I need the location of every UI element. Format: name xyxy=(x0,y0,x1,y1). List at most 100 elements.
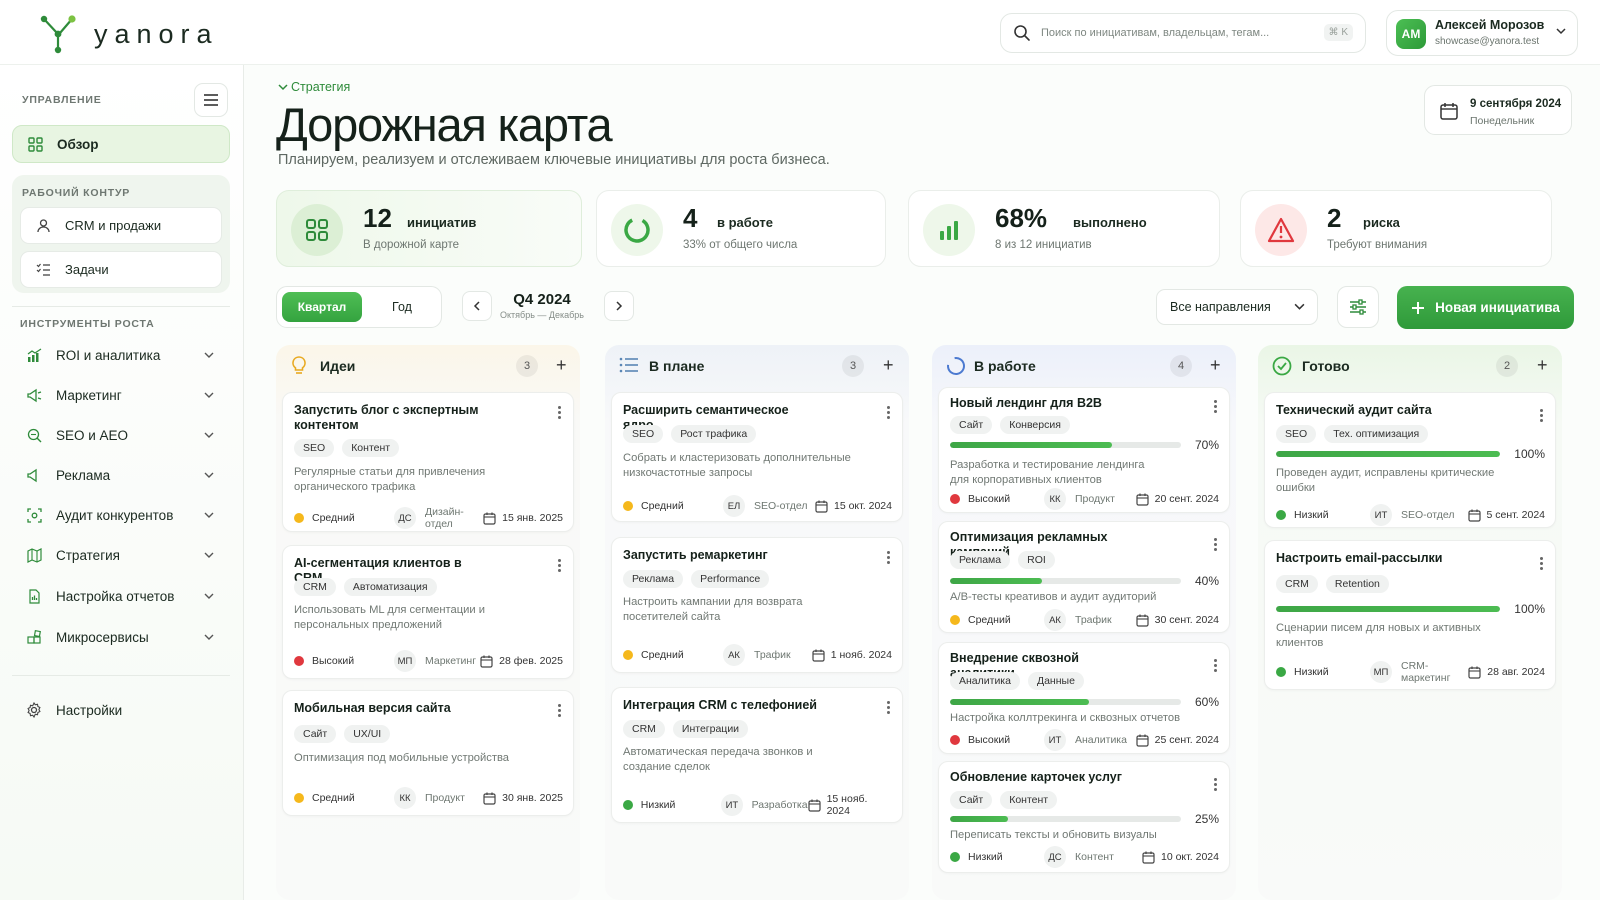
initiative-card[interactable]: Новый лендинг для B2B Сайт Конверсия 70%… xyxy=(938,387,1230,513)
more-icon[interactable] xyxy=(558,406,561,421)
period-display: Q4 2024 Октябрь — Декабрь xyxy=(496,291,588,320)
sidebar-item-strategy[interactable]: Стратегия xyxy=(20,540,220,570)
user-menu[interactable]: АМ Алексей Морозов showcase@yanora.test xyxy=(1386,10,1578,56)
year-tab[interactable]: Год xyxy=(367,292,437,322)
initiative-card[interactable]: Мобильная версия сайта Сайт UX/UI Оптими… xyxy=(282,690,574,816)
sidebar-item-competitor-audit[interactable]: Аудит конкурентов xyxy=(20,500,220,530)
sidebar-item-overview[interactable]: Обзор xyxy=(12,125,230,163)
initiative-card[interactable]: Запустить ремаркетинг Реклама Performanc… xyxy=(611,537,903,673)
initiative-card[interactable]: AI-сегментация клиентов в CRM CRM Автома… xyxy=(282,545,574,679)
more-icon[interactable] xyxy=(887,406,890,421)
sidebar-item-ads[interactable]: Реклама xyxy=(20,460,220,490)
more-icon[interactable] xyxy=(1540,409,1543,424)
more-icon[interactable] xyxy=(1214,538,1217,553)
breadcrumb[interactable]: Стратегия xyxy=(278,80,350,94)
initiative-card[interactable]: Технический аудит сайта SEO Тех. оптимиз… xyxy=(1264,392,1556,528)
priority-label: Средний xyxy=(641,500,684,512)
initiative-card[interactable]: Запустить блог с экспертным контентом SE… xyxy=(282,392,574,532)
new-initiative-button[interactable]: Новая инициатива xyxy=(1397,286,1574,329)
sidebar-item-marketing[interactable]: Маркетинг xyxy=(20,380,220,410)
priority-label: Низкий xyxy=(1294,666,1329,678)
priority-dot xyxy=(950,852,960,862)
initiative-card[interactable]: Обновление карточек услуг Сайт Контент 2… xyxy=(938,761,1230,873)
stat-subtext: 8 из 12 инициатив xyxy=(995,239,1092,251)
logo[interactable]: yanora xyxy=(38,14,219,54)
initiative-card[interactable]: Расширить семантическое ядро SEO Рост тр… xyxy=(611,392,903,522)
add-card-button[interactable]: + xyxy=(1537,355,1548,375)
tag: Performance xyxy=(691,570,770,588)
due-date: 28 авг. 2024 xyxy=(1487,666,1545,678)
initiative-card[interactable]: Оптимизация рекламных кампаний Реклама R… xyxy=(938,521,1230,633)
ads-icon xyxy=(26,467,42,483)
sidebar-item-reports[interactable]: Настройка отчетов xyxy=(20,581,220,611)
tag: Контент xyxy=(342,439,400,457)
more-icon[interactable] xyxy=(1214,659,1217,674)
sidebar-item-label: Обзор xyxy=(57,136,99,152)
page-subtitle: Планируем, реализуем и отслеживаем ключе… xyxy=(278,152,830,168)
owner-avatar: ИТ xyxy=(721,794,743,816)
chevron-down-icon xyxy=(204,634,214,640)
more-icon[interactable] xyxy=(1540,557,1543,572)
sidebar-item-seo[interactable]: SEO и AEO xyxy=(20,420,220,450)
progress-percent: 100% xyxy=(1514,602,1545,616)
more-icon[interactable] xyxy=(558,559,561,574)
direction-select[interactable]: Все направления xyxy=(1156,289,1318,325)
next-period-button[interactable] xyxy=(604,291,634,321)
progress-bar xyxy=(950,442,1181,448)
sidebar-item-microservices[interactable]: Микросервисы xyxy=(20,622,220,652)
tag: Аналитика xyxy=(950,672,1020,690)
initiative-card[interactable]: Интеграция CRM с телефонией CRM Интеграц… xyxy=(611,687,903,823)
column-header: Идеи 3 + xyxy=(276,345,580,387)
more-icon[interactable] xyxy=(1214,400,1217,415)
card-tags: Реклама ROI xyxy=(950,551,1055,569)
card-tags: Реклама Performance xyxy=(623,570,770,588)
sidebar-item-crm[interactable]: CRM и продажи xyxy=(20,207,222,244)
column-count: 3 xyxy=(516,355,538,377)
add-card-button[interactable]: + xyxy=(1210,355,1221,375)
card-tags: CRM Интеграции xyxy=(623,720,749,738)
priority-dot xyxy=(294,793,304,803)
card-footer: Низкий ДС Контент 10 окт. 2024 xyxy=(950,846,1219,868)
sidebar-item-roi[interactable]: ROI и аналитика xyxy=(20,340,220,370)
more-icon[interactable] xyxy=(558,704,561,719)
stat-subtext: 33% от общего числа xyxy=(683,239,798,251)
filter-settings-button[interactable] xyxy=(1337,286,1379,328)
due-date: 25 сент. 2024 xyxy=(1154,734,1219,746)
bar-chart-icon xyxy=(923,204,975,256)
calendar-icon xyxy=(1142,851,1155,864)
sidebar-item-tasks[interactable]: Задачи xyxy=(20,251,222,288)
chevron-down-icon xyxy=(204,512,214,518)
more-icon[interactable] xyxy=(887,701,890,716)
progress-fill xyxy=(950,442,1112,448)
owner-name: CRM-маркетинг xyxy=(1401,660,1451,684)
progress-circle-icon xyxy=(947,357,965,375)
chevron-down-icon xyxy=(278,84,288,91)
prev-period-button[interactable] xyxy=(462,291,492,321)
direction-select-value: Все направления xyxy=(1170,300,1271,314)
add-card-button[interactable]: + xyxy=(556,355,567,375)
user-name: Алексей Морозов xyxy=(1435,18,1545,32)
stat-value: 2 xyxy=(1327,203,1342,233)
more-icon[interactable] xyxy=(887,551,890,566)
hamburger-icon xyxy=(204,94,218,106)
scan-icon xyxy=(26,507,42,523)
priority-dot xyxy=(950,494,960,504)
initiative-card[interactable]: Внедрение сквозной аналитики Аналитика Д… xyxy=(938,642,1230,754)
menu-toggle-button[interactable] xyxy=(194,83,228,117)
calendar-icon xyxy=(483,792,496,805)
owner-name: SEO-отдел xyxy=(754,500,808,512)
add-card-button[interactable]: + xyxy=(883,355,894,375)
more-icon[interactable] xyxy=(1214,778,1217,793)
stat-value: 4 xyxy=(683,203,698,233)
card-tags: Сайт Контент xyxy=(950,791,1058,809)
search-box[interactable]: ⌘ K xyxy=(1000,13,1366,53)
tag: CRM xyxy=(623,720,665,738)
priority-dot xyxy=(623,800,633,810)
quarter-tab[interactable]: Квартал xyxy=(282,292,362,322)
report-icon xyxy=(26,588,42,604)
sidebar-item-settings[interactable]: Настройки xyxy=(20,695,220,725)
search-input[interactable] xyxy=(1041,23,1313,43)
initiative-card[interactable]: Настроить email-рассылки CRM Retention 1… xyxy=(1264,540,1556,690)
chevron-down-icon xyxy=(204,352,214,358)
card-footer: Высокий КК Продукт 20 сент. 2024 xyxy=(950,488,1219,510)
